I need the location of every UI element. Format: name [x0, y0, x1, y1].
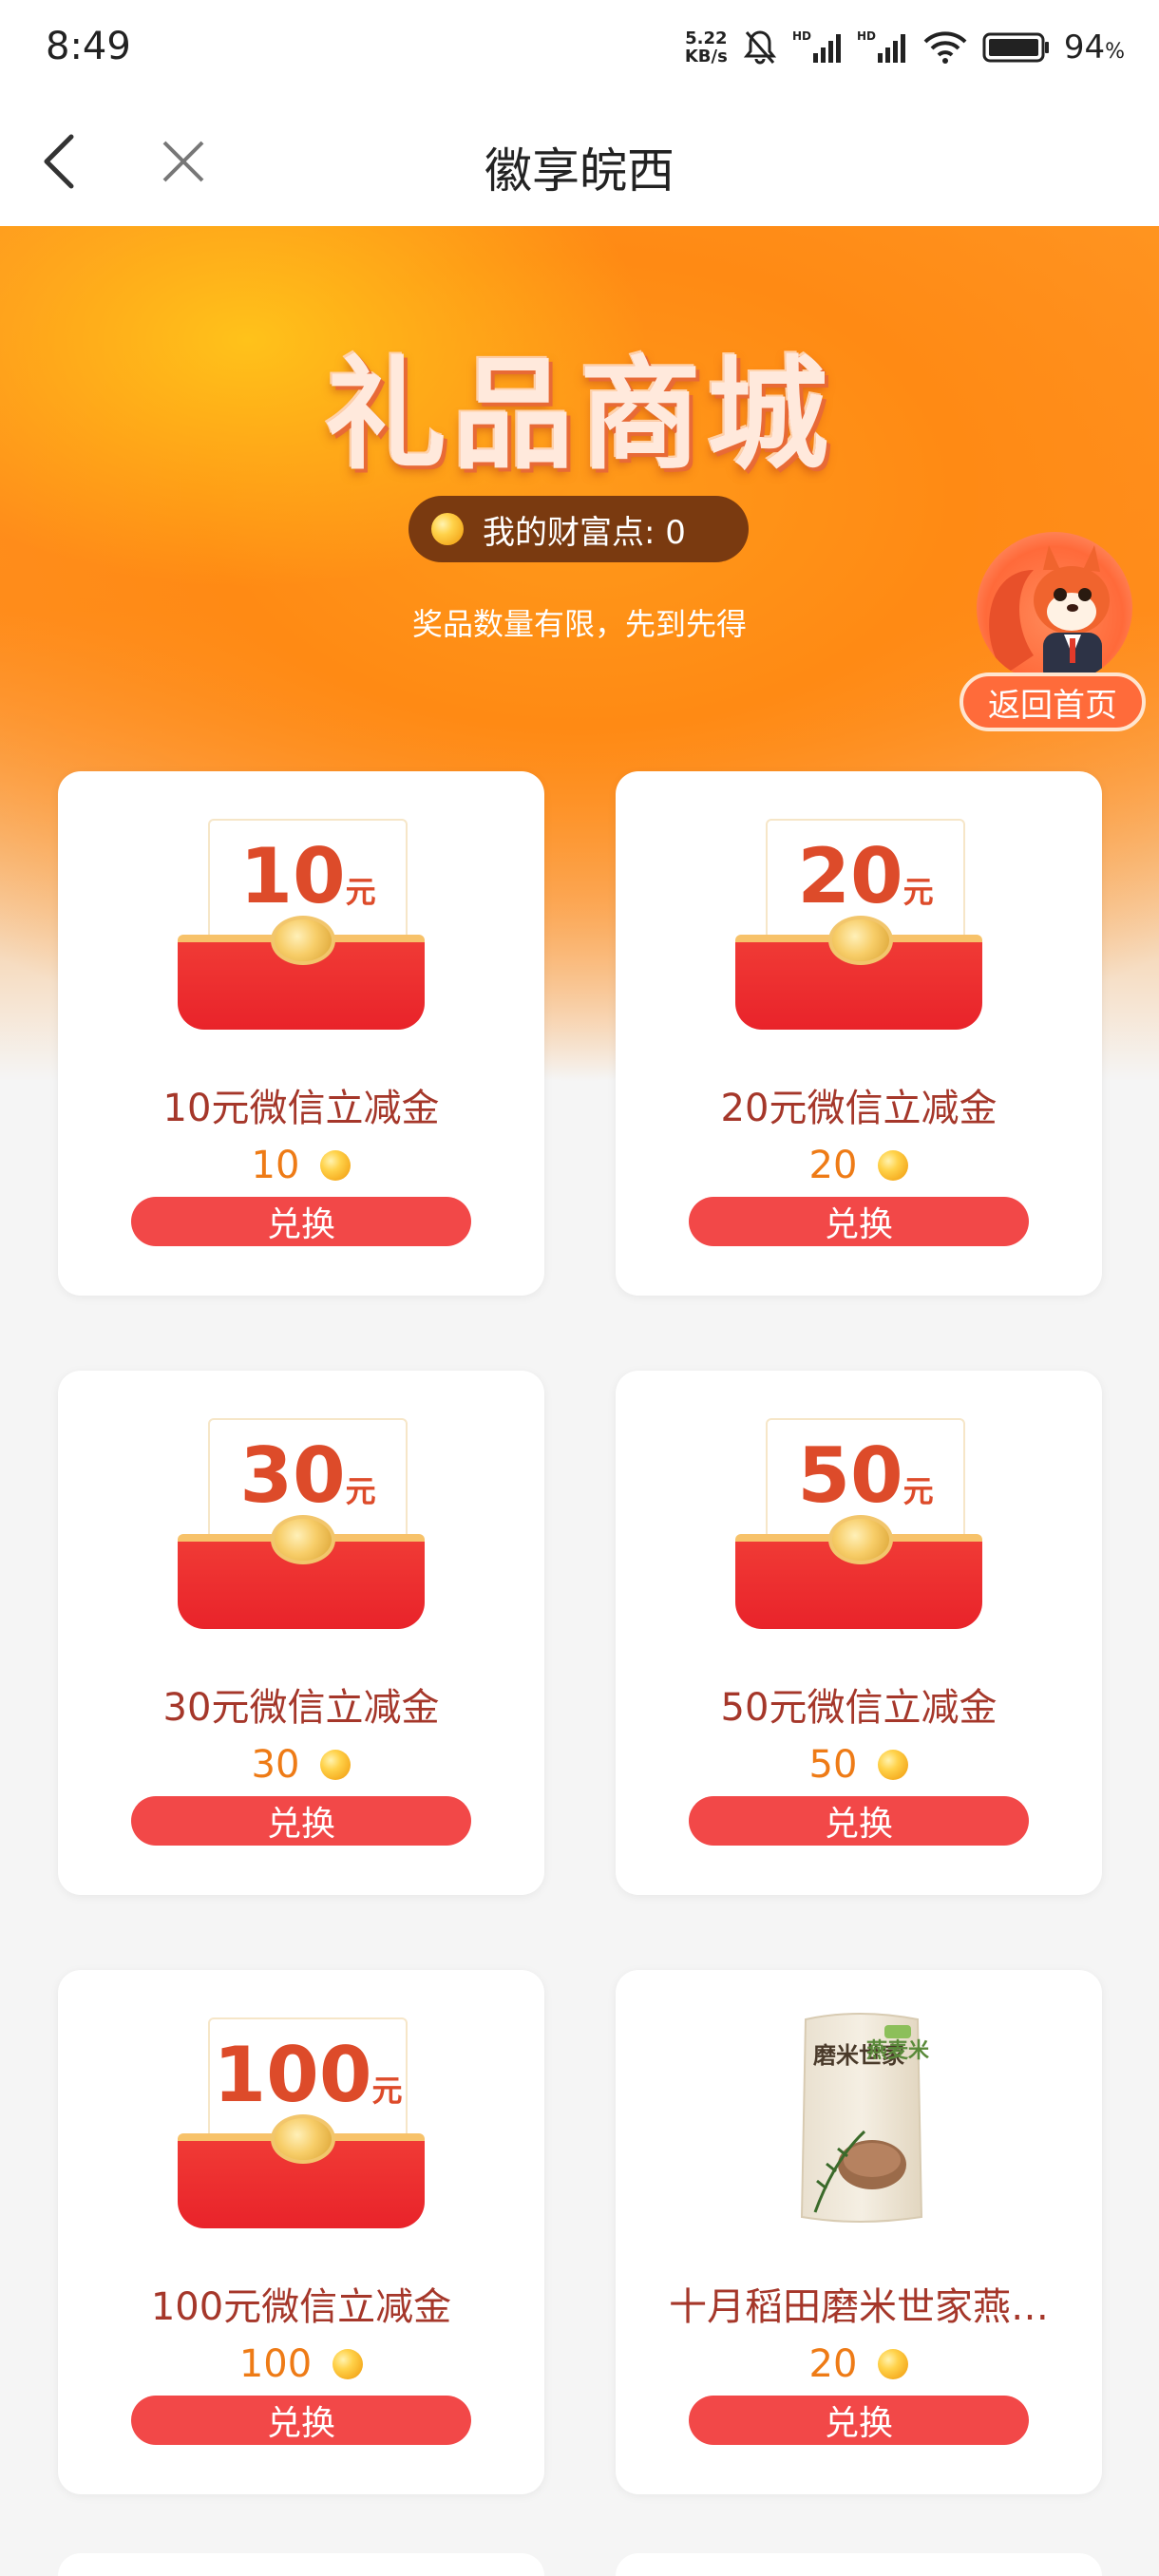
voucher-amount-value: 30: [239, 1431, 346, 1520]
coin-icon: [878, 2349, 909, 2379]
squirrel-mascot-icon: [977, 532, 1132, 684]
voucher-amount: 100元: [208, 2031, 408, 2119]
status-bar: 8:49 5.22 KB/s HD HD 94%: [0, 0, 1159, 95]
voucher-amount-value: 100: [213, 2031, 372, 2119]
voucher-amount-value: 10: [239, 832, 346, 920]
product-price: 20: [616, 1144, 1102, 1187]
red-packet-icon: 30元: [178, 1418, 425, 1629]
coin-icon: [878, 1750, 909, 1780]
return-home-button[interactable]: 返回首页: [960, 672, 1146, 731]
wealth-points-pill[interactable]: 我的财富点: 0: [408, 496, 749, 562]
coin-icon: [332, 2349, 364, 2379]
battery-unit: %: [1105, 40, 1125, 64]
product-image: 100元: [58, 1970, 544, 2283]
title-bar: 徽享皖西: [0, 95, 1159, 226]
product-name: 20元微信立减金: [720, 1087, 998, 1130]
wealth-points-label: 我的财富点: 0: [483, 513, 686, 552]
return-home-widget[interactable]: 返回首页: [960, 532, 1146, 731]
voucher-amount: 20元: [766, 832, 965, 920]
voucher-amount: 30元: [208, 1431, 408, 1520]
red-packet-icon: 100元: [178, 2017, 425, 2228]
envelope-clasp: [271, 916, 335, 965]
coin-icon: [431, 513, 464, 545]
product-price: 30: [58, 1743, 544, 1787]
red-packet-icon: 10元: [178, 819, 425, 1030]
voucher-amount-unit: 元: [345, 874, 376, 910]
voucher-amount: 50元: [766, 1431, 965, 1520]
status-time: 8:49: [46, 25, 131, 68]
price-value: 100: [238, 2342, 313, 2386]
net-speed-unit: KB/s: [684, 47, 728, 66]
voucher-amount-value: 20: [797, 832, 903, 920]
product-name: 十月稻田磨米世家燕…: [669, 2285, 1049, 2329]
signal-icon-2: HD: [857, 28, 908, 66]
mute-bell-icon: [741, 28, 779, 66]
signal-icon: HD: [792, 28, 844, 66]
price-value: 50: [808, 1743, 858, 1787]
envelope-clasp: [271, 2114, 335, 2164]
envelope-clasp: [828, 1515, 893, 1564]
product-image: 10元: [58, 771, 544, 1085]
exchange-button[interactable]: 兑换: [131, 1796, 471, 1846]
battery-icon: [982, 30, 1051, 65]
battery-percent: 94%: [1064, 28, 1125, 66]
product-name: 30元微信立减金: [162, 1686, 440, 1730]
product-image: 20元: [616, 771, 1102, 1085]
envelope-clasp: [271, 1515, 335, 1564]
exchange-button[interactable]: 兑换: [131, 1197, 471, 1246]
product-card: 30元 30元微信立减金 30 兑换: [58, 1371, 544, 1895]
product-card: 20元 20元微信立减金 20 兑换: [616, 771, 1102, 1296]
product-image: 磨米世家 燕麦米: [616, 1970, 1102, 2283]
voucher-amount-unit: 元: [371, 2073, 403, 2109]
product-image: 30元: [58, 1371, 544, 1684]
voucher-amount-unit: 元: [902, 874, 934, 910]
product-name: 100元微信立减金: [150, 2285, 452, 2329]
price-value: 20: [808, 2342, 858, 2386]
coin-icon: [320, 1150, 352, 1181]
hd-label-1: HD: [792, 29, 811, 43]
product-card: 100元 100元微信立减金 100 兑换: [58, 1970, 544, 2494]
product-price: 10: [58, 1144, 544, 1187]
red-packet-icon: 20元: [735, 819, 982, 1030]
page-title: 徽享皖西: [484, 143, 674, 199]
product-card: 50元 50元微信立减金 50 兑换: [616, 1371, 1102, 1895]
product-card: 10元 10元微信立减金 10 兑换: [58, 771, 544, 1296]
exchange-button[interactable]: 兑换: [689, 1197, 1029, 1246]
net-speed-value: 5.22: [685, 28, 728, 48]
product-price: 20: [616, 2342, 1102, 2386]
red-packet-icon: 50元: [735, 1418, 982, 1629]
product-card: 磨米世家 燕麦米 十月稻田磨米世家燕… 20 兑换: [616, 1970, 1102, 2494]
product-price: 50: [616, 1743, 1102, 1787]
product-price: 100: [58, 2342, 544, 2386]
voucher-amount-value: 50: [797, 1431, 903, 1520]
price-value: 20: [808, 1144, 858, 1187]
product-name: 10元微信立减金: [162, 1087, 440, 1130]
hd-label-2: HD: [857, 29, 876, 43]
coin-icon: [878, 1150, 909, 1181]
wifi-icon: [922, 28, 969, 66]
price-value: 10: [251, 1144, 300, 1187]
voucher-amount: 10元: [208, 832, 408, 920]
mall-title: 礼品商城: [324, 345, 834, 486]
rice-bag-text-2: 燕麦米: [866, 2038, 930, 2063]
battery-value: 94: [1063, 28, 1106, 66]
product-card-partial: [58, 2553, 544, 2576]
product-name: 50元微信立减金: [720, 1686, 998, 1730]
rice-bag-image: 磨米世家 燕麦米: [800, 2013, 930, 2223]
coin-icon: [320, 1750, 352, 1780]
product-image: 50元: [616, 1371, 1102, 1684]
voucher-amount-unit: 元: [345, 1473, 376, 1509]
net-speed: 5.22 KB/s: [685, 29, 728, 66]
exchange-button[interactable]: 兑换: [131, 2396, 471, 2445]
voucher-amount-unit: 元: [902, 1473, 934, 1509]
product-card-partial: [616, 2553, 1102, 2576]
envelope-clasp: [828, 916, 893, 965]
status-icons: 5.22 KB/s HD HD 94%: [685, 21, 1125, 74]
exchange-button[interactable]: 兑换: [689, 2396, 1029, 2445]
price-value: 30: [251, 1743, 300, 1787]
exchange-button[interactable]: 兑换: [689, 1796, 1029, 1846]
